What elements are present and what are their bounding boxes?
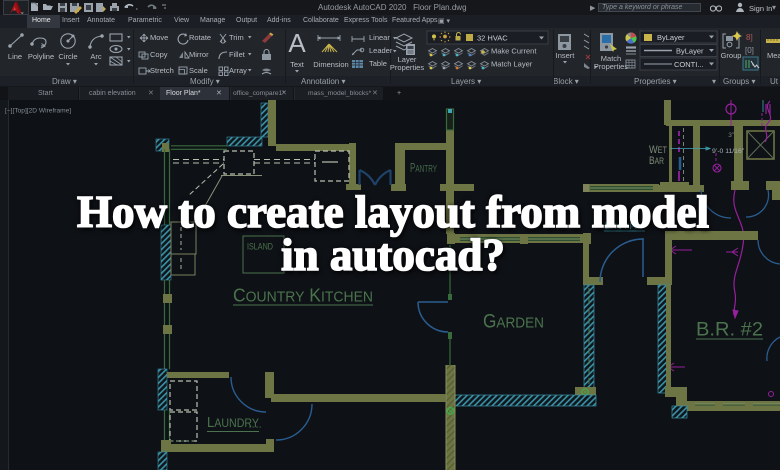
svg-text:Scale: Scale bbox=[189, 66, 208, 75]
svg-text:Table: Table bbox=[369, 59, 387, 68]
svg-text:Match Layer: Match Layer bbox=[491, 60, 533, 69]
svg-text:Line: Line bbox=[8, 52, 22, 61]
svg-text:Fillet: Fillet bbox=[229, 50, 246, 59]
svg-text:Circle: Circle bbox=[58, 52, 77, 61]
svg-text:[0]: [0] bbox=[745, 46, 754, 55]
svg-text:Text: Text bbox=[290, 60, 305, 69]
svg-text:A: A bbox=[288, 28, 306, 58]
svg-text:B.R. #2: B.R. #2 bbox=[696, 319, 763, 341]
svg-text:Array: Array bbox=[229, 66, 247, 75]
svg-text:Move: Move bbox=[150, 33, 168, 42]
svg-text:Insert: Insert bbox=[556, 51, 576, 60]
svg-text:[−][Top][2D Wireframe]: [−][Top][2D Wireframe] bbox=[5, 108, 71, 115]
svg-text:Make Current: Make Current bbox=[491, 47, 537, 56]
svg-text:GARDEN: GARDEN bbox=[483, 312, 544, 333]
svg-text:Trim: Trim bbox=[229, 33, 244, 42]
svg-text:Stretch: Stretch bbox=[150, 66, 174, 75]
svg-text:8]: 8] bbox=[746, 33, 753, 42]
svg-text:Leader: Leader bbox=[369, 46, 393, 55]
svg-text:Polyline: Polyline bbox=[28, 52, 54, 61]
svg-text:3”: 3” bbox=[728, 132, 734, 139]
svg-text:Mea: Mea bbox=[767, 51, 780, 60]
svg-text:Rotate: Rotate bbox=[189, 33, 211, 42]
svg-text:Arc: Arc bbox=[90, 52, 102, 61]
svg-text:Group: Group bbox=[721, 51, 742, 60]
svg-text:Properties: Properties bbox=[594, 62, 628, 71]
svg-text:Mirror: Mirror bbox=[189, 50, 209, 59]
svg-text:BAR: BAR bbox=[649, 155, 664, 167]
svg-text:ByLayer: ByLayer bbox=[676, 47, 704, 56]
svg-text:ByLayer: ByLayer bbox=[657, 33, 685, 42]
svg-text:Dimension: Dimension bbox=[313, 60, 348, 69]
svg-text:32 HVAC: 32 HVAC bbox=[477, 34, 508, 43]
svg-text:Copy: Copy bbox=[150, 50, 168, 59]
svg-text:Linear: Linear bbox=[369, 33, 390, 42]
svg-text:Properties: Properties bbox=[390, 63, 424, 72]
svg-text:9’-0 11/16”: 9’-0 11/16” bbox=[712, 148, 745, 155]
svg-text:LAUNDRY: LAUNDRY bbox=[207, 414, 259, 431]
svg-text:CONTI...: CONTI... bbox=[674, 60, 704, 69]
